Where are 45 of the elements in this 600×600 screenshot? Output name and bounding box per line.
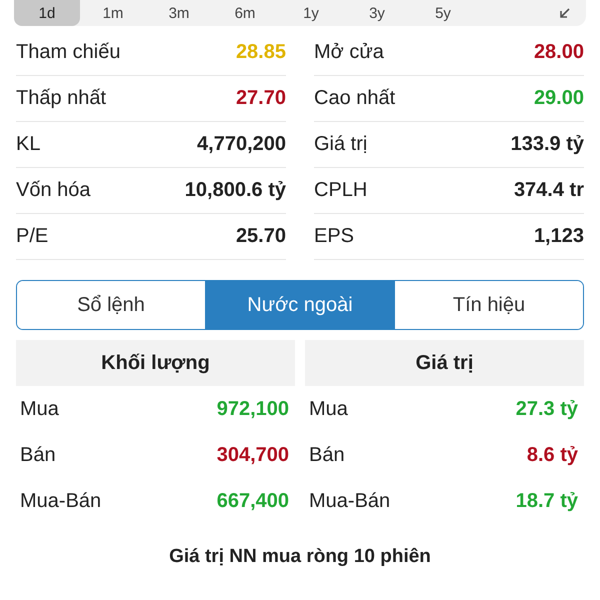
period-tab[interactable]: 3y [344,0,410,26]
expand-icon[interactable] [558,6,572,20]
row-label: Bán [309,444,345,466]
period-tab[interactable]: 3m [146,0,212,26]
stat-label: Mở cửa [314,41,384,64]
column-header: Khối lượng [16,340,295,386]
stat-label: CPLH [314,179,368,202]
stat-value: 29.00 [534,87,584,110]
period-tab[interactable]: 1y [278,0,344,26]
stat-label: Cao nhất [314,87,396,110]
row-label: Mua [309,398,348,420]
stat-label: KL [16,133,40,156]
row-value: 667,400 [216,490,289,512]
segment-tab[interactable]: Tín hiệu [394,281,583,329]
period-tab[interactable]: 1d [14,0,80,26]
stat-value: 28.00 [534,41,584,64]
row-value: 27.3 tỷ [516,398,578,420]
period-tab[interactable]: 6m [212,0,278,26]
stat-label: P/E [16,225,48,248]
period-tab[interactable]: 1m [80,0,146,26]
row-value: 972,100 [216,398,289,420]
stat-label: Vốn hóa [16,179,91,202]
segment-tab[interactable]: Nước ngoài [205,281,394,329]
row-label: Bán [20,444,56,466]
stat-value: 4,770,200 [197,133,286,156]
stat-label: EPS [314,225,354,248]
stat-value: 28.85 [236,41,286,64]
row-value: 8.6 tỷ [526,444,578,466]
row-label: Mua [20,398,59,420]
row-value: 304,700 [216,444,289,466]
column-header: Giá trị [305,340,584,386]
row-label: Mua-Bán [20,490,102,512]
stat-label: Giá trị [314,133,368,156]
section-title: Giá trị NN mua ròng 10 phiên [168,546,432,568]
stat-value: 25.70 [236,225,286,248]
stat-value: 10,800.6 tỷ [184,179,286,202]
stat-value: 374.4 tr [514,179,584,202]
stat-label: Thấp nhất [16,87,106,110]
stat-label: Tham chiếu [16,41,120,64]
row-label: Mua-Bán [309,490,390,512]
stat-value: 1,123 [534,225,584,248]
stat-value: 27.70 [236,87,286,110]
stat-value: 133.9 tỷ [510,133,584,156]
period-tab[interactable]: 5y [410,0,476,26]
row-value: 18.7 tỷ [516,490,578,512]
